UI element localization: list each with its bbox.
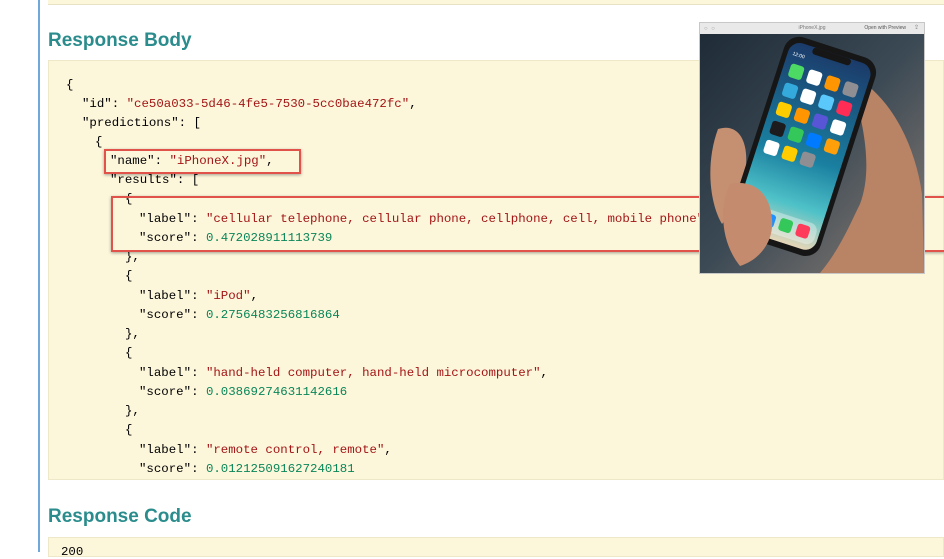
result-score: 0.03869274631142616 (205, 385, 348, 399)
json-predictions-line: "predictions": [ (82, 116, 201, 130)
image-preview-window[interactable]: ○ ○ iPhoneX.jpg Open with Preview ⇪ 12:0… (699, 22, 925, 274)
json-open-brace: { (66, 78, 74, 92)
score-key: "score" (139, 385, 192, 399)
result-score: 0.012125091627240181 (205, 462, 355, 476)
label-key: "label" (139, 289, 192, 303)
name-highlight-box (104, 149, 301, 174)
result-label: "iPod" (205, 289, 251, 303)
response-code-title: Response Code (48, 506, 192, 527)
response-body-title: Response Body (48, 30, 192, 51)
left-border-rule (38, 0, 40, 552)
id-key: "id" (82, 97, 112, 111)
prediction-open-brace: { (95, 135, 103, 149)
response-code-panel[interactable]: 200 (48, 537, 944, 559)
result-label: "hand-held computer, hand-held microcomp… (205, 366, 541, 380)
result-label-line: "label": "remote control, remote", (139, 443, 392, 457)
label-key: "label" (139, 443, 192, 457)
id-value: "ce50a033-5d46-4fe5-7530-5cc0bae472fc" (126, 97, 410, 111)
result-score-line: "score": 0.012125091627240181 (139, 462, 355, 476)
result-label-line: "label": "hand-held computer, hand-held … (139, 366, 548, 380)
result-label: "remote control, remote" (205, 443, 385, 457)
open-with-preview-button[interactable]: Open with Preview (864, 25, 906, 31)
result-open-brace: { (125, 423, 133, 437)
result-close-brace: }, (125, 327, 140, 341)
response-code-value: 200 (61, 545, 84, 559)
result-score: 0.2756483256816864 (205, 308, 340, 322)
previous-panel-edge (48, 0, 944, 5)
result-close-brace: }, (125, 404, 140, 418)
result-score-line: "score": 0.03869274631142616 (139, 385, 348, 399)
label-key: "label" (139, 366, 192, 380)
predictions-key: "predictions" (82, 116, 179, 130)
iphonex-photo: 12:00 (700, 34, 924, 273)
share-icon[interactable]: ⇪ (914, 24, 919, 31)
score-key: "score" (139, 308, 192, 322)
score-key: "score" (139, 462, 192, 476)
results-key: "results" (110, 173, 177, 187)
result-open-brace: { (125, 346, 133, 360)
result-score-line: "score": 0.2756483256816864 (139, 308, 340, 322)
result-open-brace: { (125, 269, 133, 283)
json-id-line: "id": "ce50a033-5d46-4fe5-7530-5cc0bae47… (82, 97, 417, 111)
result-label-line: "label": "iPod", (139, 289, 258, 303)
